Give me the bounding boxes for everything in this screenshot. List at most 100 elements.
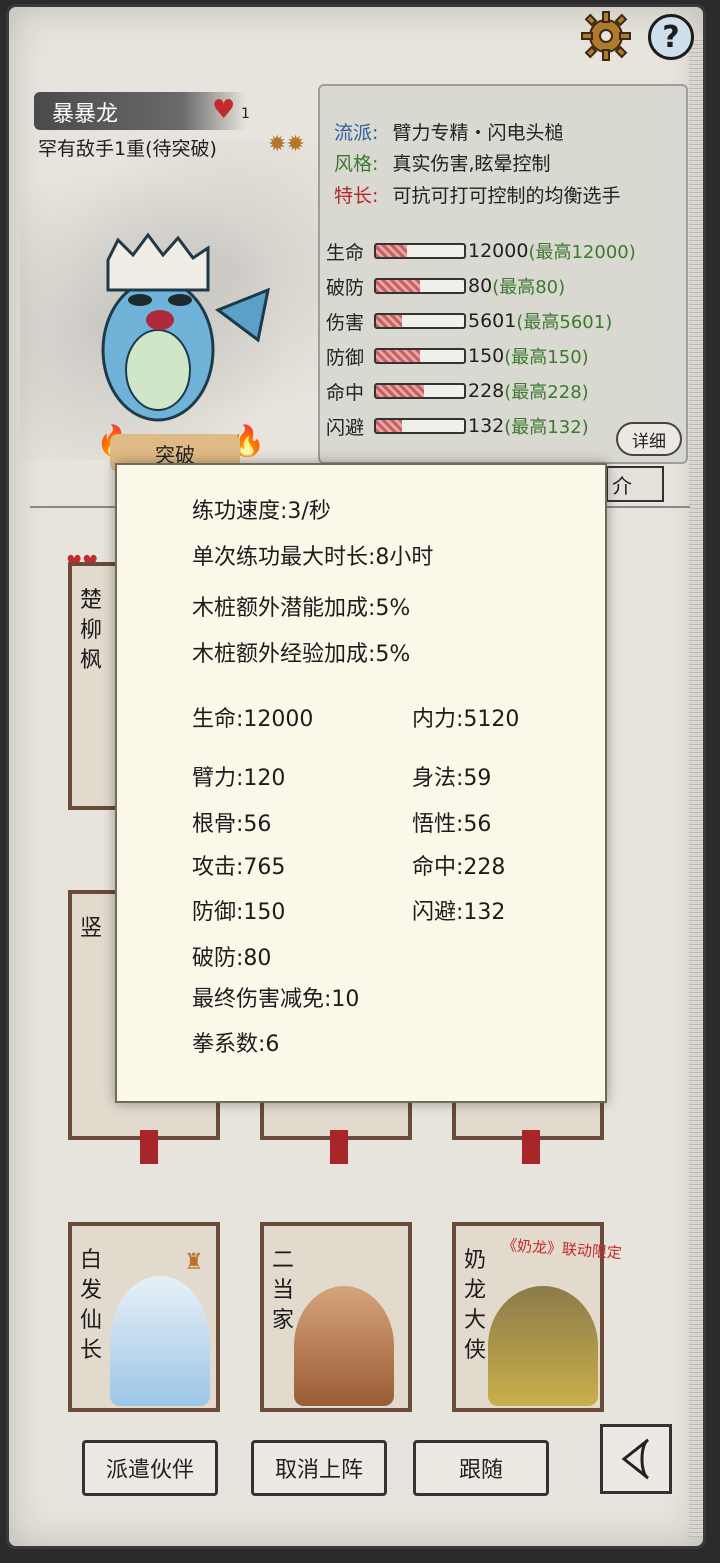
stat-row: 防御 150 (最高150)	[326, 342, 589, 370]
card-name-char: 柳	[80, 618, 103, 643]
partner-card-second-master[interactable]: 二 当 家	[260, 1222, 412, 1412]
partner-figure	[110, 1276, 210, 1406]
card-name-char: 龙	[464, 1278, 487, 1303]
stat-bar	[374, 278, 466, 294]
style-row: 风格: 真实伤害,眩晕控制	[334, 149, 551, 176]
card-name-char: 枫	[80, 648, 103, 673]
max-training-duration: 单次练功最大时长:8小时	[192, 545, 434, 570]
card-name: 竖	[80, 914, 104, 944]
back-arrow-icon	[621, 1438, 650, 1480]
card-name-char: 发	[80, 1278, 103, 1303]
stat-value: 12000	[468, 240, 529, 262]
stump-icon: ♜	[184, 1250, 204, 1275]
stat-label: 命中	[326, 381, 365, 404]
stat-bar	[374, 418, 466, 434]
partner-card-white-haired[interactable]: 白 发 仙 长 ♜	[68, 1222, 220, 1412]
stat-max: (最高5601)	[516, 312, 613, 333]
dispatch-partner-button[interactable]: 派遣伙伴	[82, 1440, 218, 1496]
stat-max: (最高80)	[492, 277, 566, 298]
specialty-label: 特长:	[334, 185, 379, 207]
card-name-char: 长	[80, 1338, 103, 1363]
back-button[interactable]	[600, 1424, 672, 1494]
style-label: 风格:	[334, 153, 379, 175]
heart-icon[interactable]: ♥	[212, 97, 235, 123]
stat-value: 80	[468, 275, 493, 297]
card-name: 奶 龙 大 侠	[464, 1246, 488, 1366]
specialty-row: 特长: 可抗可打可控制的均衡选手	[334, 181, 620, 208]
card-ribbon	[522, 1130, 540, 1164]
stat-hit: 命中:228	[412, 855, 506, 880]
card-name-char: 竖	[80, 916, 103, 941]
card-name-char: 家	[272, 1308, 295, 1333]
stat-label: 破防	[326, 276, 365, 299]
stat-max: (最高132)	[504, 417, 589, 438]
card-name-char: 大	[464, 1308, 487, 1333]
follow-button[interactable]: 跟随	[413, 1440, 549, 1496]
help-button[interactable]: ?	[648, 14, 694, 60]
cancel-deploy-button[interactable]: 取消上阵	[251, 1440, 387, 1496]
stat-row: 生命 12000 (最高12000)	[326, 237, 636, 265]
school-value: 臂力专精・闪电头槌	[392, 122, 564, 144]
card-name-char: 白	[80, 1248, 103, 1273]
stat-bar-fill	[376, 385, 425, 397]
fist-coefficient: 拳系数:6	[192, 1032, 280, 1057]
stat-bar-fill	[376, 280, 420, 292]
stat-hp: 生命:12000	[192, 707, 314, 732]
character-name: 暴暴龙	[52, 102, 119, 127]
stat-bar-fill	[376, 315, 403, 327]
stat-label: 防御	[326, 346, 365, 369]
card-name-char: 二	[272, 1248, 295, 1273]
small-gears-icon: ✹✹	[268, 132, 305, 157]
stat-value: 228	[468, 380, 505, 402]
final-damage-reduction: 最终伤害减免:10	[192, 987, 360, 1012]
stat-bar	[374, 243, 466, 259]
stat-label: 生命	[326, 241, 365, 264]
stat-max: (最高12000)	[528, 242, 636, 263]
partner-figure	[488, 1286, 598, 1406]
stat-row: 闪避 132 (最高132)	[326, 412, 589, 440]
stat-arm: 臂力:120	[192, 766, 286, 791]
stat-bar-fill	[376, 245, 407, 257]
stat-mp: 内力:5120	[412, 707, 520, 732]
stat-max: (最高150)	[504, 347, 589, 368]
specialty-value: 可抗可打可控制的均衡选手	[392, 185, 621, 207]
school-label: 流派:	[334, 122, 379, 144]
exp-bonus: 木桩额外经验加成:5%	[192, 642, 411, 667]
card-name-char: 仙	[80, 1308, 103, 1333]
detail-button[interactable]: 详细	[616, 422, 682, 456]
stat-bar	[374, 348, 466, 364]
card-ribbon	[140, 1130, 158, 1164]
card-name-char: 侠	[464, 1338, 487, 1363]
dragon-character-figure	[98, 230, 271, 422]
stat-attack: 攻击:765	[192, 855, 286, 880]
card-name-char: 当	[272, 1278, 295, 1303]
stat-bone: 根骨:56	[192, 812, 272, 837]
partner-figure	[294, 1286, 394, 1406]
card-name: 二 当 家	[272, 1246, 296, 1336]
stat-value: 150	[468, 345, 505, 367]
like-count: 1	[241, 106, 250, 122]
stat-insight: 悟性:56	[412, 812, 492, 837]
stat-row: 伤害 5601 (最高5601)	[326, 307, 612, 335]
intro-tab[interactable]: 介	[606, 466, 664, 502]
settings-gear-icon[interactable]	[580, 10, 632, 62]
training-speed: 练功速度:3/秒	[192, 499, 331, 524]
card-name-char: 楚	[80, 588, 103, 613]
stat-penetration: 破防:80	[192, 946, 272, 971]
stat-bar	[374, 313, 466, 329]
character-rank: 罕有敌手1重(待突破)	[38, 138, 217, 160]
question-icon: ?	[662, 19, 680, 55]
stat-max: (最高228)	[504, 382, 589, 403]
stat-agility: 身法:59	[412, 766, 492, 791]
card-name-char: 奶	[464, 1248, 487, 1273]
page-edge	[689, 37, 703, 1537]
potential-bonus: 木桩额外潜能加成:5%	[192, 596, 411, 621]
stat-defense: 防御:150	[192, 900, 286, 925]
card-name: 楚 柳 枫	[80, 586, 104, 676]
stat-bar-fill	[376, 350, 420, 362]
school-row: 流派: 臂力专精・闪电头槌	[334, 118, 563, 145]
card-ribbon	[330, 1130, 348, 1164]
stat-bar	[374, 383, 466, 399]
stat-label: 闪避	[326, 416, 365, 439]
stat-value: 5601	[468, 310, 517, 332]
